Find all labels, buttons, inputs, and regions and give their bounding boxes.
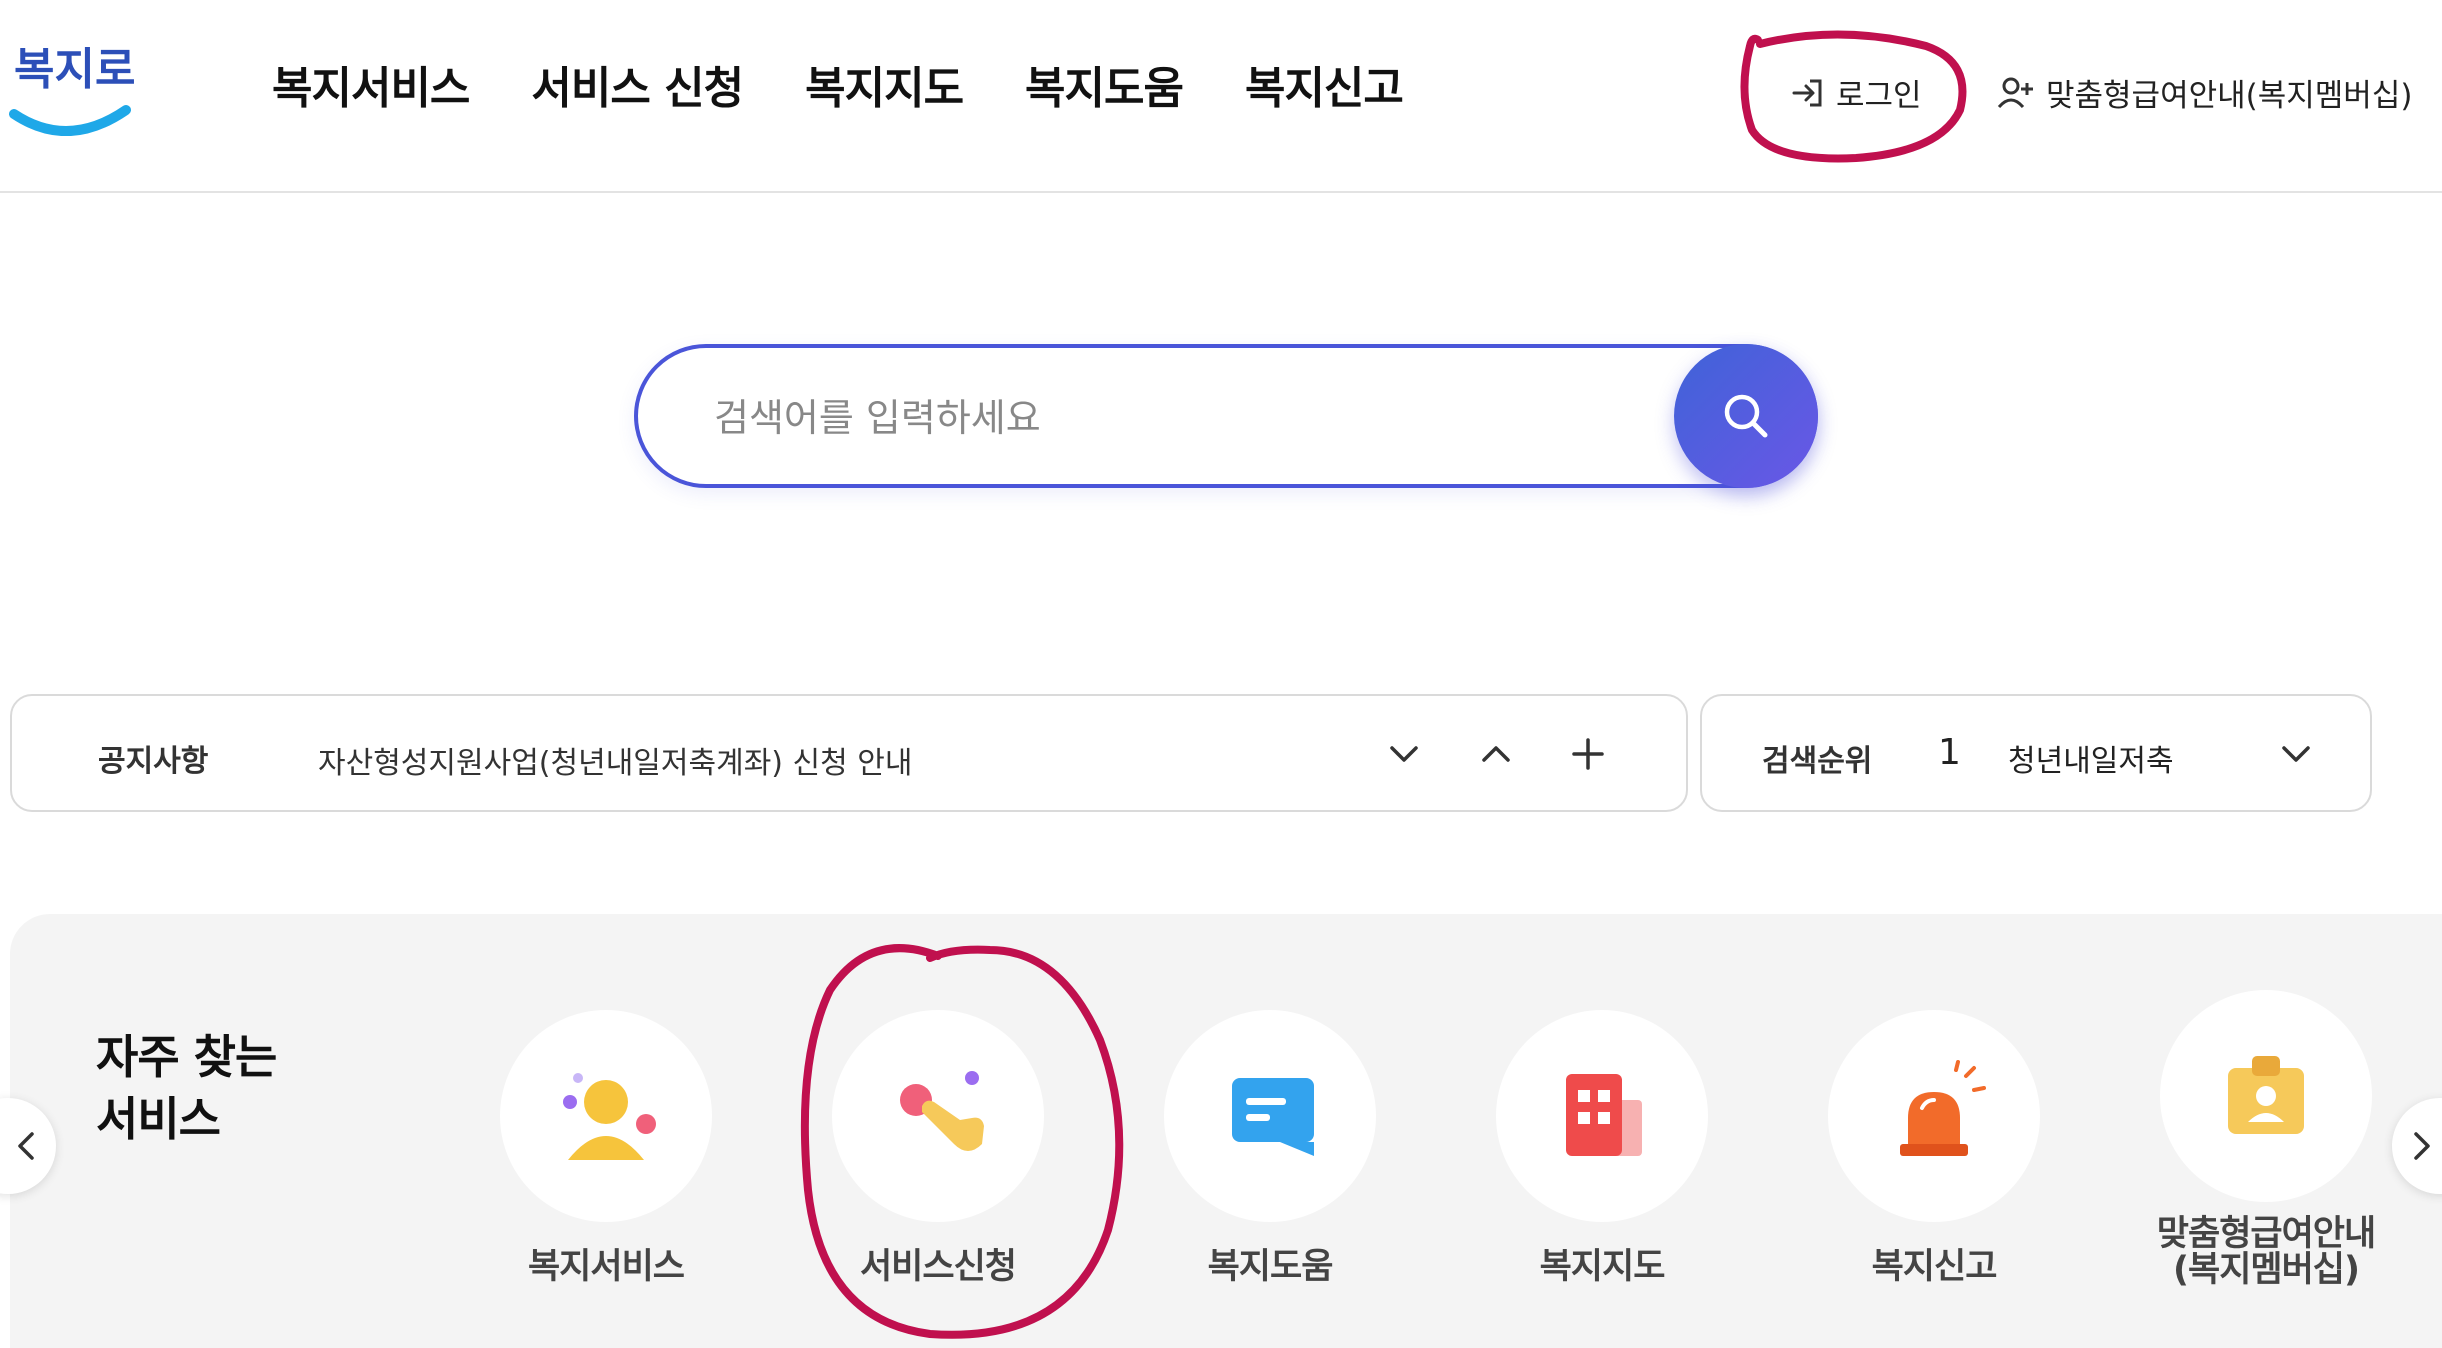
service-membership[interactable]: 맞춤형급여안내 (복지멤버십) [2136, 990, 2396, 1288]
search-box [634, 344, 1818, 488]
tap-hand-icon [900, 1071, 984, 1151]
service-apply[interactable]: 서비스신청 [808, 1010, 1068, 1286]
building-icon [1566, 1074, 1642, 1156]
logo-text: 복지로 [14, 44, 135, 95]
service-label: 복지지도 [1539, 1247, 1666, 1287]
frequent-services-title: 자주 찾는 서비스 [96, 1026, 277, 1150]
ranking-keyword[interactable]: 청년내일저축 [2008, 736, 2174, 780]
chevron-up-icon [1482, 746, 1510, 762]
service-report[interactable]: 복지신고 [1804, 1010, 2064, 1286]
bokjiro-logo[interactable]: 복지로 [6, 26, 136, 136]
service-icon-circle [500, 1010, 712, 1222]
nav-welfare-report[interactable]: 복지신고 [1245, 52, 1404, 116]
nav-welfare-help[interactable]: 복지도움 [1025, 52, 1184, 116]
site-header: 복지로 복지서비스 서비스 신청 복지지도 복지도움 복지신고 로그인 맞춤형급… [0, 0, 2442, 193]
chevron-down-icon [1390, 746, 1418, 762]
notice-label: 공지사항 [98, 744, 209, 779]
service-label: 서비스신청 [859, 1247, 1017, 1287]
login-label: 로그인 [1836, 78, 1922, 114]
notice-bar: 공지사항 자산형성지원사업(청년내일저축계좌) 신청 안내 [10, 694, 1688, 812]
notice-item[interactable]: 자산형성지원사업(청년내일저축계좌) 신청 안내 [318, 738, 912, 782]
chevron-down-icon [2282, 746, 2310, 762]
title-line: 자주 찾는 [96, 1030, 277, 1084]
frequent-services-panel: 자주 찾는 서비스 복지서비스 서비스신청 복지도움 복지지도 복지신고 맞춤형… [10, 914, 2442, 1348]
top-utility-links [1440, 0, 1466, 10]
search-button[interactable] [1674, 344, 1818, 488]
service-welfare[interactable]: 복지서비스 [476, 1010, 736, 1286]
login-button[interactable]: 로그인 [1790, 70, 1922, 115]
nav-service-apply[interactable]: 서비스 신청 [531, 52, 744, 116]
ranking-expand-button[interactable] [2268, 726, 2324, 782]
service-label: 맞춤형급여안내 (복지멤버십) [2136, 1216, 2396, 1288]
title-line: 서비스 [96, 1092, 221, 1146]
user-add-icon [1997, 77, 2033, 108]
membership-label: 맞춤형급여안내(복지멤버십) [2046, 78, 2413, 114]
service-label-line: 맞춤형급여안내 [2156, 1214, 2376, 1254]
service-label: 복지도움 [1207, 1247, 1334, 1287]
service-label-line: (복지멤버십) [2173, 1250, 2360, 1290]
service-icon-circle [1164, 1010, 1376, 1222]
nav-welfare-map[interactable]: 복지지도 [805, 52, 964, 116]
service-label: 복지신고 [1871, 1247, 1998, 1287]
membership-link[interactable]: 맞춤형급여안내(복지멤버십) [1996, 70, 2412, 115]
service-label: 복지서비스 [527, 1247, 685, 1287]
ranking-number: 1 [1938, 732, 1961, 773]
chat-card-icon [1232, 1078, 1314, 1156]
service-icon-circle [832, 1010, 1044, 1222]
search-input[interactable] [714, 388, 1614, 448]
search-ranking-bar: 검색순위 1 청년내일저축 [1700, 694, 2372, 812]
person-icon [563, 1073, 656, 1160]
service-icon-circle [2160, 990, 2372, 1202]
chevron-left-icon [18, 1132, 34, 1160]
service-icon-circle [1496, 1010, 1708, 1222]
nav-welfare-service[interactable]: 복지서비스 [272, 52, 470, 116]
plus-icon [1572, 738, 1604, 770]
service-icon-circle [1828, 1010, 2040, 1222]
ranking-label: 검색순위 [1762, 744, 1873, 779]
notice-more-button[interactable] [1560, 726, 1616, 782]
search-icon [1724, 394, 1768, 438]
service-map[interactable]: 복지지도 [1472, 1010, 1732, 1286]
id-card-icon [2228, 1056, 2304, 1134]
logo-mark: 복지로 [9, 44, 135, 136]
notice-next-button[interactable] [1376, 726, 1432, 782]
siren-icon [1900, 1060, 1986, 1156]
service-help[interactable]: 복지도움 [1140, 1010, 1400, 1286]
search-area [634, 344, 1818, 488]
notice-prev-button[interactable] [1468, 726, 1524, 782]
chevron-right-icon [2414, 1132, 2430, 1160]
login-icon [1792, 79, 1822, 106]
main-nav: 복지서비스 서비스 신청 복지지도 복지도움 복지신고 [272, 52, 1404, 116]
